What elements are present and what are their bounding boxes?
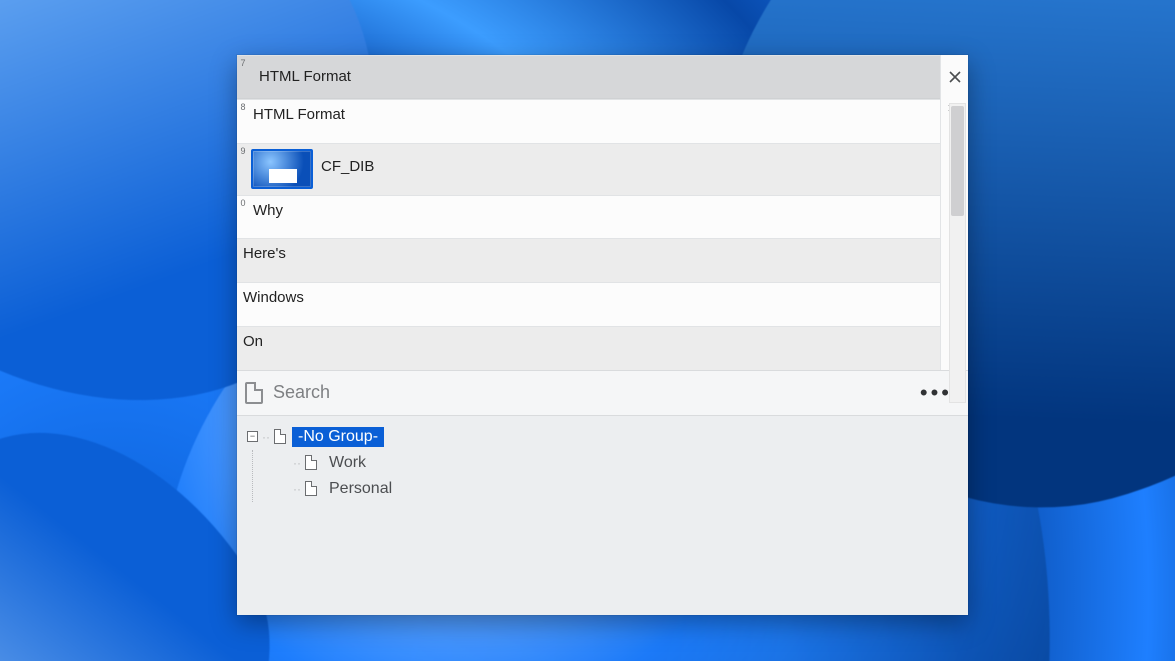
tree-node-label: Work	[323, 453, 372, 473]
clip-thumbnail	[251, 149, 313, 189]
clip-text: HTML Format	[251, 100, 353, 143]
tree-collapse-icon[interactable]: −	[247, 431, 258, 442]
close-button[interactable]	[945, 67, 965, 87]
tree-node-root[interactable]: − ·· -No Group-	[247, 424, 958, 450]
clip-index: 7	[239, 58, 247, 68]
ditto-window: 7 HTML Format 8 HTML Format 9 CF_DIB 0 W…	[237, 55, 968, 615]
clip-text: On	[241, 327, 271, 370]
tree-connector: ··	[293, 456, 301, 470]
clip-item[interactable]: 0 Why	[237, 195, 968, 239]
tree-node-label: -No Group-	[292, 427, 384, 447]
clip-text: CF_DIB	[319, 144, 382, 195]
clip-item[interactable]: Windows	[237, 282, 968, 326]
tree-node[interactable]: ·· Personal	[293, 476, 958, 502]
clip-list: 7 HTML Format 8 HTML Format 9 CF_DIB 0 W…	[237, 55, 968, 370]
tree-connector: ··	[262, 430, 270, 444]
clip-text: Windows	[241, 283, 312, 326]
search-input[interactable]	[273, 382, 914, 403]
clip-item[interactable]: Here's	[237, 238, 968, 282]
clip-item[interactable]: On	[237, 326, 968, 370]
clip-index: 8	[239, 102, 247, 112]
groups-tree: − ·· -No Group- ·· Work ·· Personal	[237, 416, 968, 616]
scrollbar[interactable]	[949, 103, 966, 403]
folder-icon	[305, 481, 317, 496]
clip-text: Here's	[241, 239, 294, 282]
search-bar: •••	[237, 370, 968, 416]
document-icon	[245, 382, 263, 404]
clip-item[interactable]: 7 HTML Format	[237, 55, 968, 99]
folder-icon	[305, 455, 317, 470]
tree-connector: ··	[293, 482, 301, 496]
clip-index: 9	[239, 146, 247, 156]
clip-title: HTML Format	[251, 68, 359, 87]
folder-icon	[274, 429, 286, 444]
scrollbar-thumb[interactable]	[951, 106, 964, 216]
clip-text: Why	[251, 196, 291, 239]
tree-node[interactable]: ·· Work	[293, 450, 958, 476]
clip-item[interactable]: 8 HTML Format	[237, 99, 968, 143]
clip-item[interactable]: 9 CF_DIB	[237, 143, 968, 195]
tree-node-label: Personal	[323, 479, 398, 499]
clip-index: 0	[239, 198, 247, 208]
